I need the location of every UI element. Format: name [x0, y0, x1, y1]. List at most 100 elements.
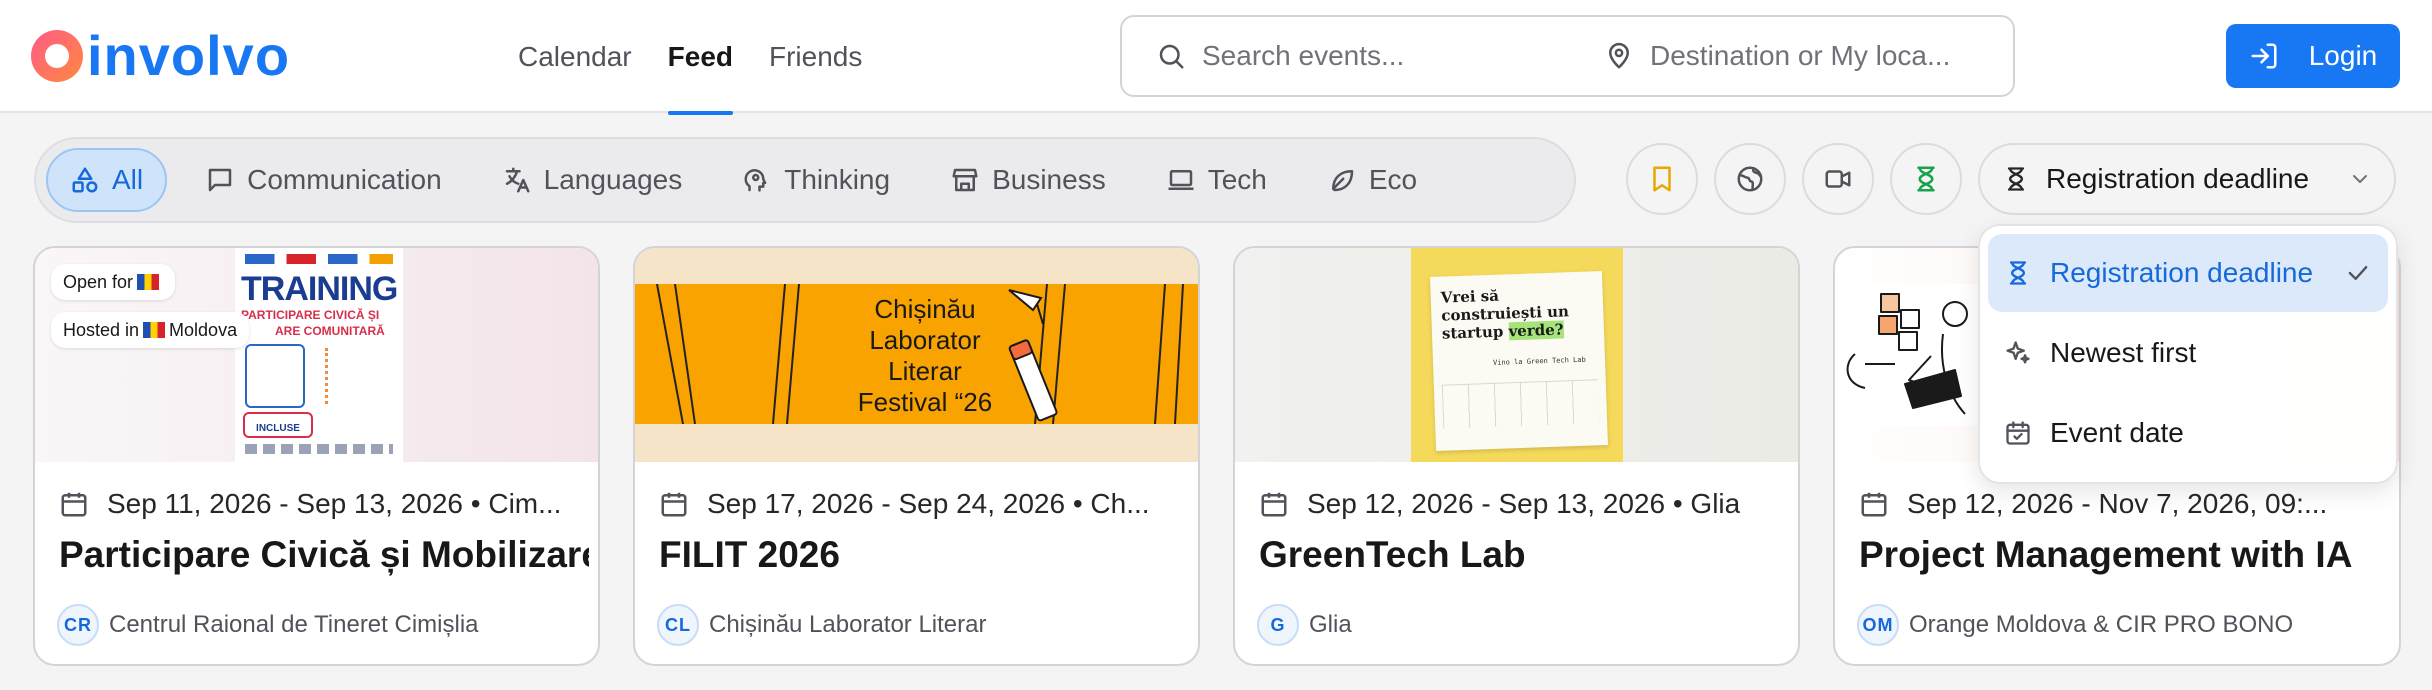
poster-note: INCLUSE [256, 423, 300, 434]
sparkles-icon [2006, 341, 2030, 364]
location-input[interactable]: Destination or My loca... [1592, 17, 2012, 95]
poster-headline: Vrei să construiești un startup verde? [1440, 283, 1602, 343]
category-chip-eco[interactable]: Eco [1305, 148, 1439, 212]
nav-friends[interactable]: Friends [751, 0, 880, 113]
organizer-avatar: G [1257, 604, 1299, 646]
event-date: Sep 17, 2026 - Sep 24, 2026 • Ch... [707, 488, 1150, 519]
video-filter-button[interactable] [1802, 143, 1874, 215]
sort-option-registration-deadline[interactable]: Registration deadline [1988, 234, 2388, 312]
event-card-image: TRAINING PARTICIPARE CIVICĂ ȘI ARE COMUN… [35, 248, 598, 462]
calendar-check-icon [2006, 421, 2030, 445]
category-chip-label: Tech [1207, 164, 1267, 195]
category-filter-bar: All Communication Languages Thinking Bus… [34, 137, 1576, 223]
category-chip-row: All Communication Languages Thinking Bus… [46, 148, 1455, 212]
store-icon [952, 168, 978, 192]
sort-option-label: Event date [2050, 417, 2184, 448]
open-for-badge: Open for [51, 264, 176, 300]
poster-line-4: Festival “26 [857, 387, 993, 417]
event-card-image: Vrei să construiești un startup verde? V… [1235, 248, 1798, 462]
pencil-tip-icon [1008, 289, 1044, 325]
login-button[interactable]: Login [2226, 24, 2400, 88]
poster-footer-logos [245, 444, 393, 454]
saved-filter-button[interactable] [1626, 143, 1698, 215]
event-title[interactable]: FILIT 2026 [659, 534, 1189, 576]
event-search-input[interactable]: Search events... [1122, 17, 1592, 95]
calendar-icon [661, 492, 687, 517]
event-poster: Chișinău Laborator Literar Festival “26 [635, 284, 1198, 424]
category-chip-label: Communication [247, 164, 442, 195]
sort-option-event-date[interactable]: Event date [1988, 394, 2388, 472]
sort-option-newest-first[interactable]: Newest first [1988, 314, 2388, 392]
logo-mark-icon [31, 30, 83, 82]
poster-headline: TRAINING [241, 270, 398, 308]
event-card[interactable]: Vrei să construiești un startup verde? V… [1233, 246, 1800, 666]
poster-line-1: PARTICIPARE CIVICĂ ȘI [241, 308, 380, 322]
login-icon [2251, 43, 2277, 69]
open-for-label: Open for [63, 271, 134, 292]
poster-line-3: startup [1441, 322, 1504, 343]
event-organizer[interactable]: OM Orange Moldova & CIR PRO BONO [1857, 604, 2293, 646]
event-date-row: Sep 11, 2026 - Sep 13, 2026 • Cim... [59, 488, 579, 520]
hosted-in-label: Hosted in [63, 319, 140, 340]
logo-text: involvo [87, 24, 291, 87]
event-organizer[interactable]: CR Centrul Raional de Tineret Cimișlia [57, 604, 479, 646]
poster-note-box: INCLUSE [243, 412, 313, 438]
hosted-country: Moldova [169, 319, 238, 340]
hosted-in-badge: Hosted in Moldova [51, 312, 250, 348]
check-icon [2348, 266, 2368, 280]
online-filter-button[interactable] [1714, 143, 1786, 215]
poster-logo-strip [245, 254, 393, 264]
organizer-name: Centrul Raional de Tineret Cimișlia [109, 611, 479, 638]
event-title[interactable]: Participare Civică și Mobilizare [59, 534, 589, 576]
poster-line-1: Chișinău [874, 294, 976, 324]
event-card[interactable]: TRAINING PARTICIPARE CIVICĂ ȘI ARE COMUN… [33, 246, 600, 666]
sort-dropdown-menu: Registration deadline Newest first Event… [1978, 224, 2398, 484]
nav-calendar[interactable]: Calendar [500, 0, 650, 113]
event-title[interactable]: GreenTech Lab [1259, 534, 1789, 576]
event-organizer[interactable]: CL Chișinău Laborator Literar [657, 604, 987, 646]
event-date: Sep 12, 2026 - Nov 7, 2026, 09:... [1907, 488, 2328, 519]
task-illustration [1846, 293, 1968, 415]
bookmark-icon [1653, 166, 1671, 192]
event-card[interactable]: Chișinău Laborator Literar Festival “26 … [633, 246, 1200, 666]
poster-line-3: Literar [888, 356, 962, 386]
organizer-avatar: CL [657, 604, 699, 646]
event-search-placeholder: Search events... [1202, 40, 1405, 71]
deadline-filter-button[interactable] [1890, 143, 1962, 215]
sort-option-label: Newest first [2050, 337, 2197, 368]
organizer-avatar: CR [57, 604, 99, 646]
translate-icon [505, 167, 530, 193]
globe-icon [1737, 166, 1763, 192]
event-organizer[interactable]: G Glia [1257, 604, 1352, 646]
event-date-row: Sep 12, 2026 - Nov 7, 2026, 09:... [1859, 488, 2379, 520]
event-title[interactable]: Project Management with IA [1859, 534, 2389, 576]
sort-select[interactable]: Registration deadline [1978, 143, 2396, 215]
event-date-row: Sep 17, 2026 - Sep 24, 2026 • Ch... [659, 488, 1179, 520]
category-chip-languages[interactable]: Languages [480, 148, 705, 212]
poster-highlight: verde? [1508, 320, 1564, 341]
category-chip-communication[interactable]: Communication [183, 148, 464, 212]
event-poster [1835, 284, 1985, 426]
category-chip-tech[interactable]: Tech [1144, 148, 1289, 212]
poster-line-2: Laborator [869, 325, 981, 355]
poster-paper: Vrei să construiești un startup verde? V… [1430, 271, 1608, 451]
shapes-icon [72, 167, 98, 193]
category-chip-all[interactable]: All [46, 148, 168, 212]
organizer-name: Orange Moldova & CIR PRO BONO [1909, 611, 2294, 638]
search-icon [1159, 44, 1184, 69]
moldova-flag-icon [143, 322, 166, 338]
organizer-name: Chișinău Laborator Literar [709, 611, 987, 638]
message-square-icon [208, 168, 232, 192]
poster-side-notes [325, 348, 381, 404]
category-chip-thinking[interactable]: Thinking [720, 148, 912, 212]
logo[interactable]: involvo [31, 26, 290, 86]
nav-feed[interactable]: Feed [650, 0, 751, 115]
event-date: Sep 11, 2026 - Sep 13, 2026 • Cim... [107, 488, 562, 519]
poster-grid [1441, 379, 1600, 429]
hourglass-icon [2007, 167, 2025, 191]
category-chip-label: Business [992, 164, 1106, 195]
category-chip-business[interactable]: Business [928, 148, 1128, 212]
sort-select-value: Registration deadline [2046, 163, 2310, 194]
laptop-icon [1168, 170, 1194, 190]
top-header: involvo Calendar Feed Friends Search eve… [0, 0, 2432, 115]
